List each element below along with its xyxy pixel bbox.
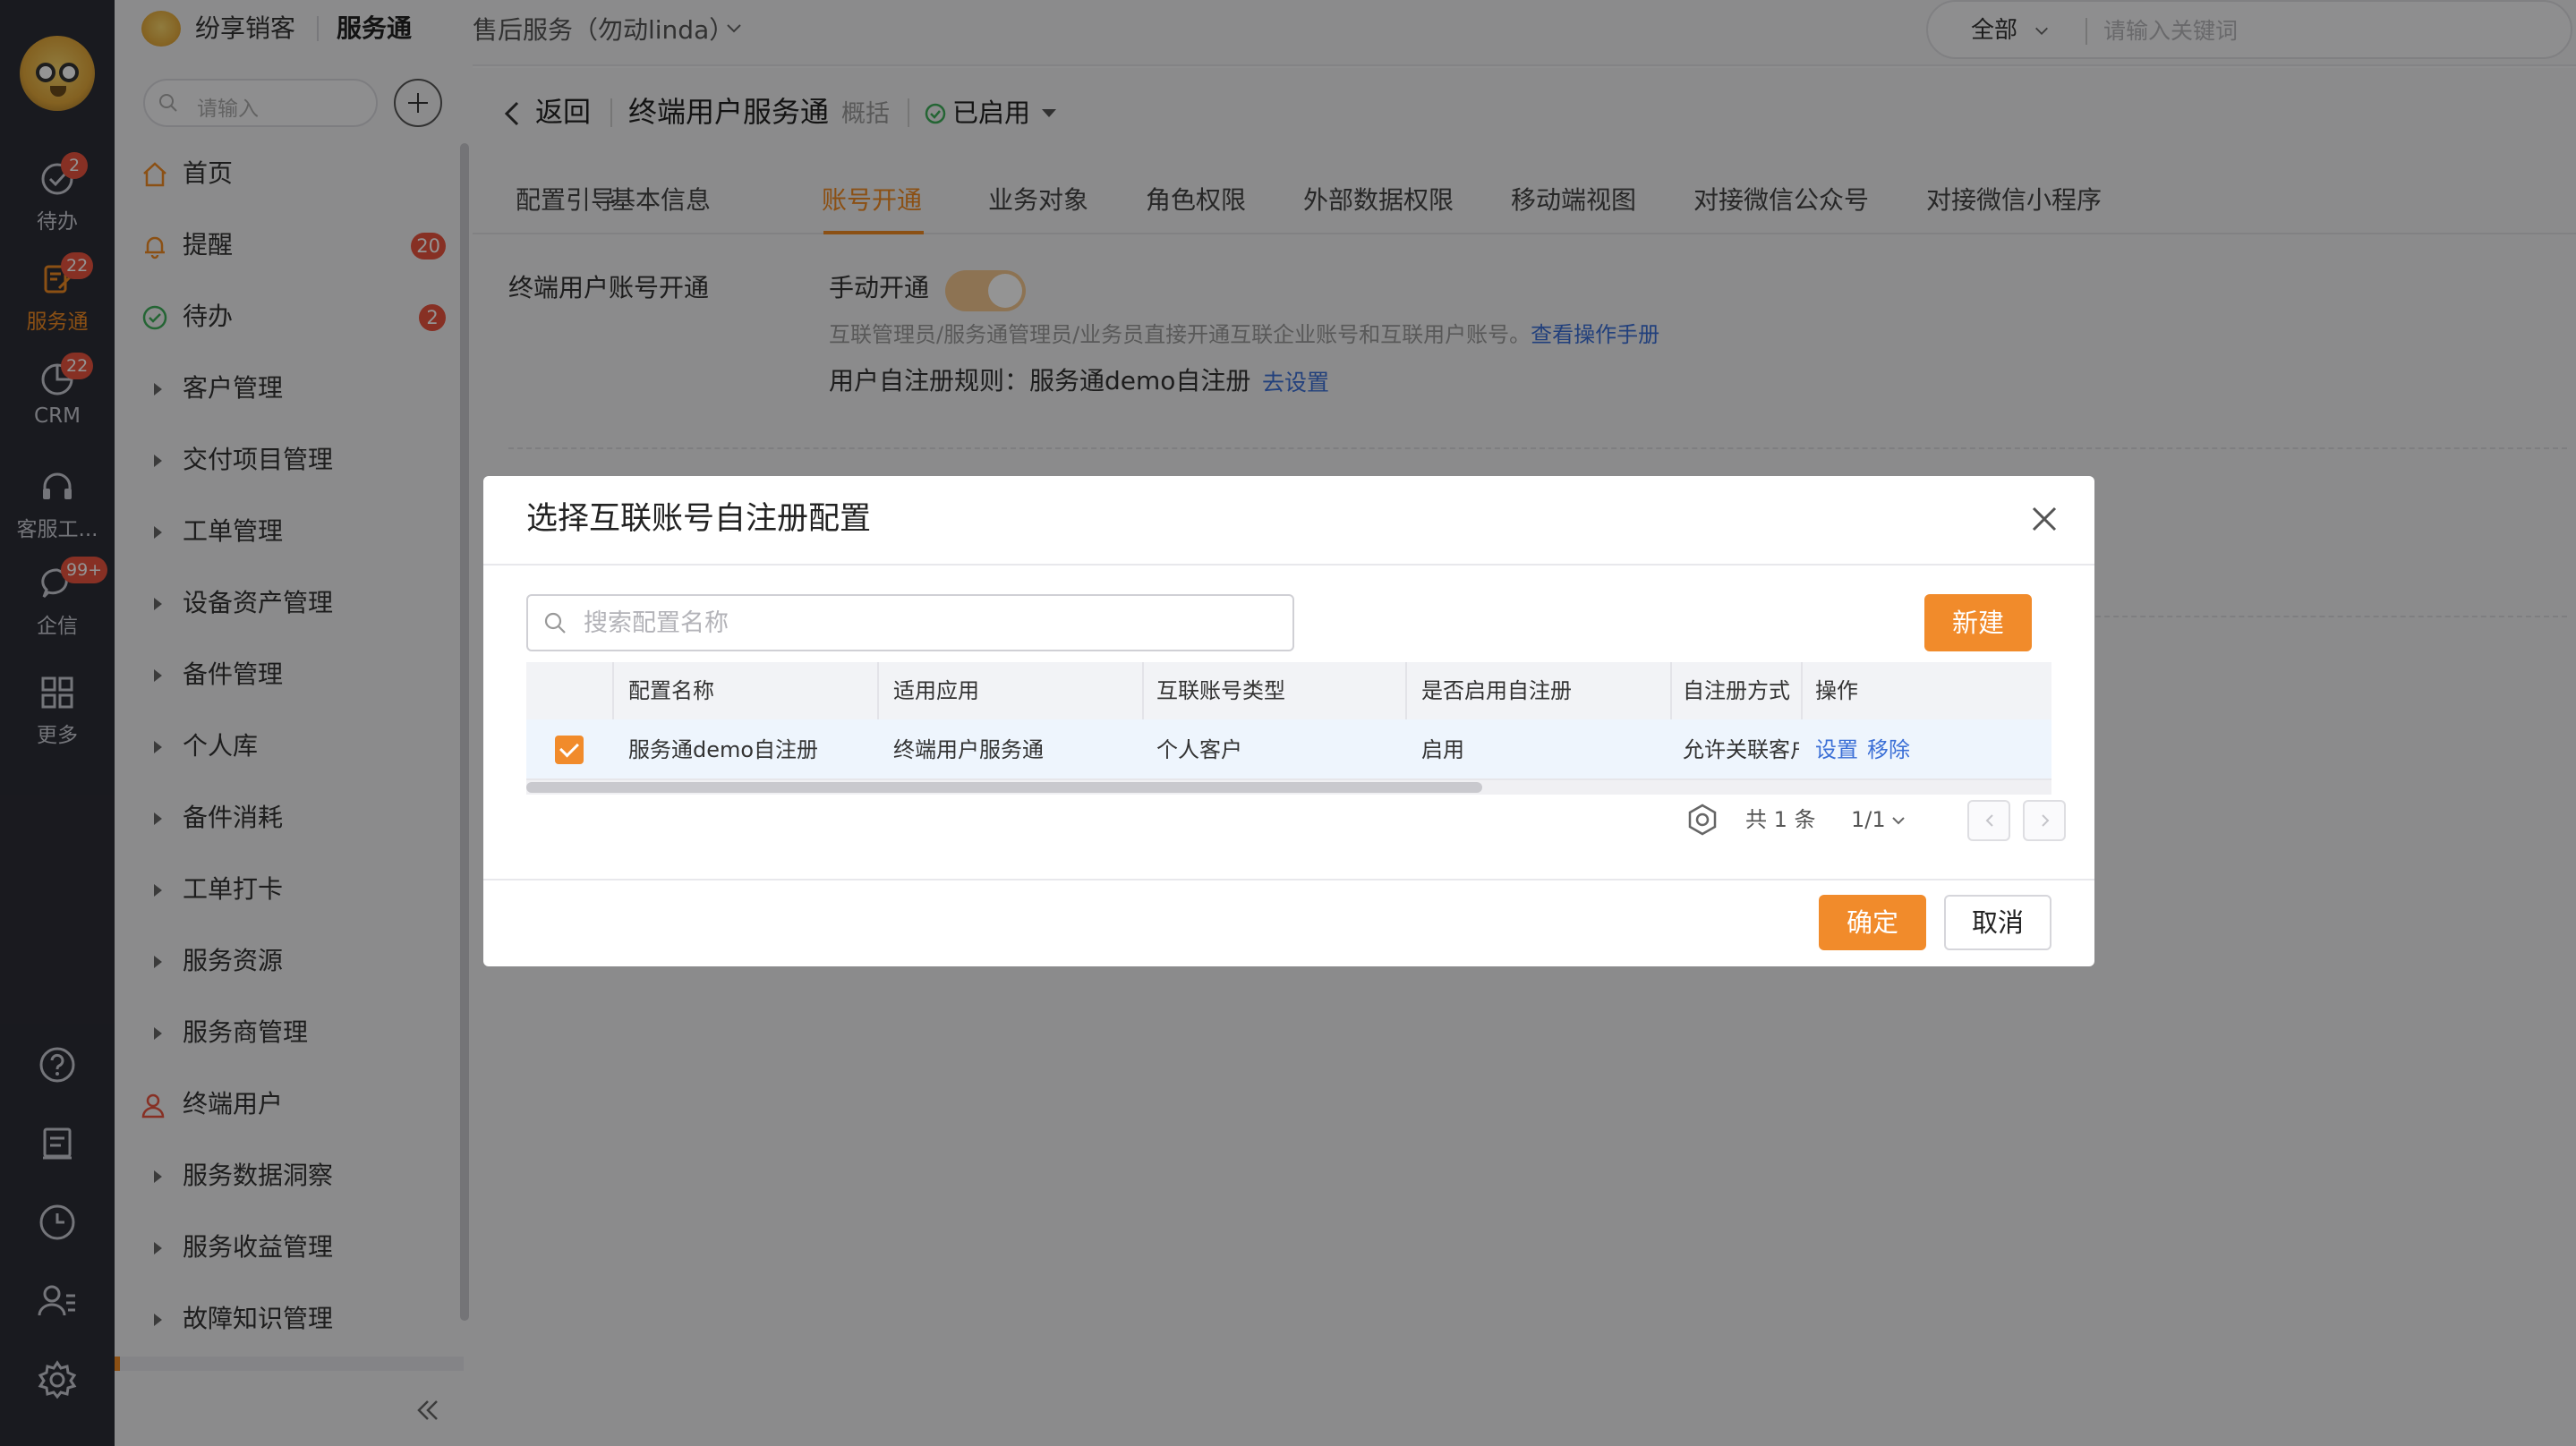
table-horizontal-scrollbar[interactable]: [526, 780, 2051, 795]
dialog-divider: [483, 879, 2094, 880]
page-indicator[interactable]: 1/1: [1851, 802, 1886, 838]
column-header: 配置名称: [628, 678, 714, 703]
column-header: 是否启用自注册: [1421, 678, 1572, 703]
close-icon[interactable]: [2028, 503, 2060, 535]
total-count: 共 1 条: [1745, 807, 1816, 832]
dialog-title: 选择互联账号自注册配置: [526, 501, 872, 537]
cell-config-name: 服务通demo自注册: [628, 737, 819, 762]
table-row[interactable]: 服务通demo自注册 终端用户服务通 个人客户 启用 允许关联客户 设置 移除: [526, 719, 2051, 780]
chevron-down-icon[interactable]: [1890, 812, 1906, 829]
cell-enabled: 启用: [1421, 737, 1464, 762]
column-header: 适用应用: [893, 678, 979, 703]
row-remove-link[interactable]: 移除: [1867, 719, 1910, 780]
next-page-button[interactable]: [2023, 800, 2066, 841]
config-select-dialog: 选择互联账号自注册配置 搜索配置名称 新建 配置名称 适用应用 互联账号类型 是…: [483, 476, 2094, 966]
column-header: 操作: [1815, 678, 1858, 703]
prev-page-button[interactable]: [1967, 800, 2010, 841]
settings-icon[interactable]: [1685, 802, 1720, 838]
search-icon: [544, 612, 566, 634]
column-header: 自注册方式: [1683, 678, 1790, 703]
cell-account-type: 个人客户: [1156, 737, 1242, 762]
confirm-button[interactable]: 确定: [1819, 895, 1926, 950]
new-config-button[interactable]: 新建: [1924, 594, 2032, 651]
column-header: 互联账号类型: [1156, 678, 1285, 703]
config-table: 配置名称 适用应用 互联账号类型 是否启用自注册 自注册方式 操作 服务通dem…: [526, 662, 2051, 780]
chevron-right-icon: [2042, 814, 2050, 827]
scrollbar-thumb[interactable]: [526, 782, 1482, 793]
dialog-divider: [483, 564, 2094, 566]
cell-method: 允许关联客户: [1683, 737, 1799, 762]
config-search-placeholder: 搜索配置名称: [584, 609, 729, 637]
row-checkbox[interactable]: [555, 736, 584, 764]
row-settings-link[interactable]: 设置: [1815, 719, 1858, 780]
chevron-left-icon: [1985, 814, 1993, 827]
cancel-button[interactable]: 取消: [1944, 895, 2051, 950]
config-search-input[interactable]: 搜索配置名称: [526, 594, 1294, 651]
table-header: 配置名称 适用应用 互联账号类型 是否启用自注册 自注册方式 操作: [526, 662, 2051, 719]
cell-app: 终端用户服务通: [893, 737, 1044, 762]
